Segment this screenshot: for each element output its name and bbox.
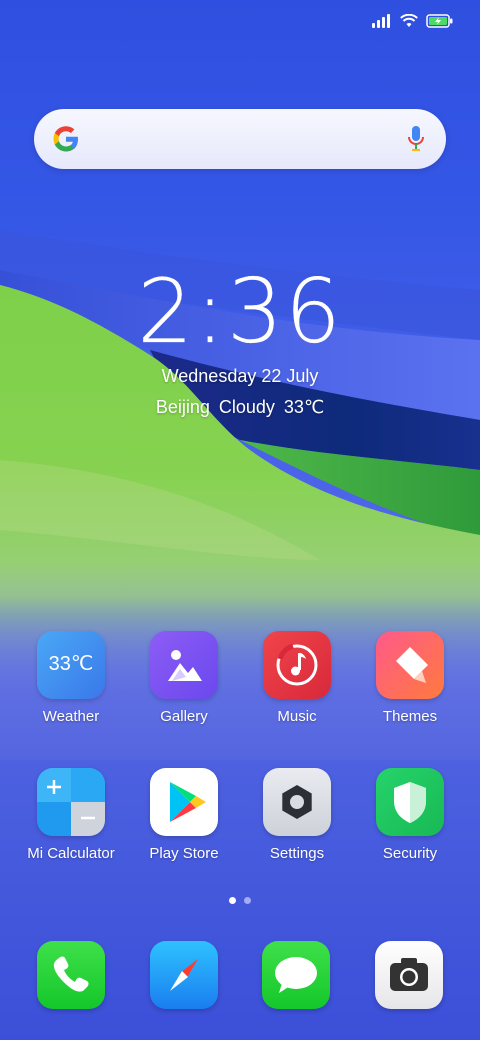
camera-icon [390,958,428,991]
weather-condition: Cloudy [218,397,275,417]
clock-time[interactable]: 2:36 [0,261,480,362]
clock-weather[interactable]: Beijing Cloudy 33℃ [0,397,480,418]
dock-messages[interactable] [262,941,330,1009]
google-search-bar[interactable] [34,109,446,169]
page-dot[interactable] [244,897,251,904]
messages-icon [275,957,317,993]
wifi-icon [400,14,418,27]
app-weather[interactable]: 33℃ Weather [16,631,126,725]
app-label: Weather [42,708,100,725]
themes-icon [376,631,444,699]
gallery-icon [150,631,218,699]
google-logo-icon [53,126,78,152]
settings-icon [263,768,331,836]
phone-icon [53,956,89,992]
dock-browser[interactable] [150,941,218,1009]
signal-icon [372,14,390,28]
app-music[interactable]: Music [242,631,352,725]
home-screen: 2:36 Wednesday 22 July Beijing Cloudy 33… [0,0,480,1040]
app-label: Security [382,845,438,862]
app-label: Themes [382,708,438,725]
dock-phone[interactable] [37,941,105,1009]
app-label: Settings [269,845,325,862]
app-play-store[interactable]: Play Store [129,768,239,862]
app-label: Gallery [160,708,208,725]
browser-compass-icon [170,959,198,991]
page-indicator [0,897,480,904]
app-security[interactable]: Security [355,768,465,862]
app-label: Play Store [149,845,219,862]
play-store-icon [150,768,218,836]
weather-app-icon: 33℃ [37,631,105,699]
app-themes[interactable]: Themes [355,631,465,725]
weather-icon-temperature: 33℃ [48,653,94,675]
weather-temperature: 33℃ [283,397,325,417]
security-icon [376,768,444,836]
page-dot-active[interactable] [229,897,236,904]
music-icon [263,631,331,699]
app-gallery[interactable]: Gallery [129,631,239,725]
microphone-icon[interactable] [406,123,426,155]
app-label: Mi Calculator [27,845,115,862]
app-label: Music [277,708,317,725]
dock-camera[interactable] [375,941,443,1009]
app-mi-calculator[interactable]: Mi Calculator [16,768,126,862]
battery-charging-icon [426,14,453,28]
weather-city: Beijing [155,397,210,417]
calculator-icon [37,768,105,836]
app-settings[interactable]: Settings [242,768,352,862]
status-bar [372,10,454,32]
clock-date[interactable]: Wednesday 22 July [0,366,480,387]
